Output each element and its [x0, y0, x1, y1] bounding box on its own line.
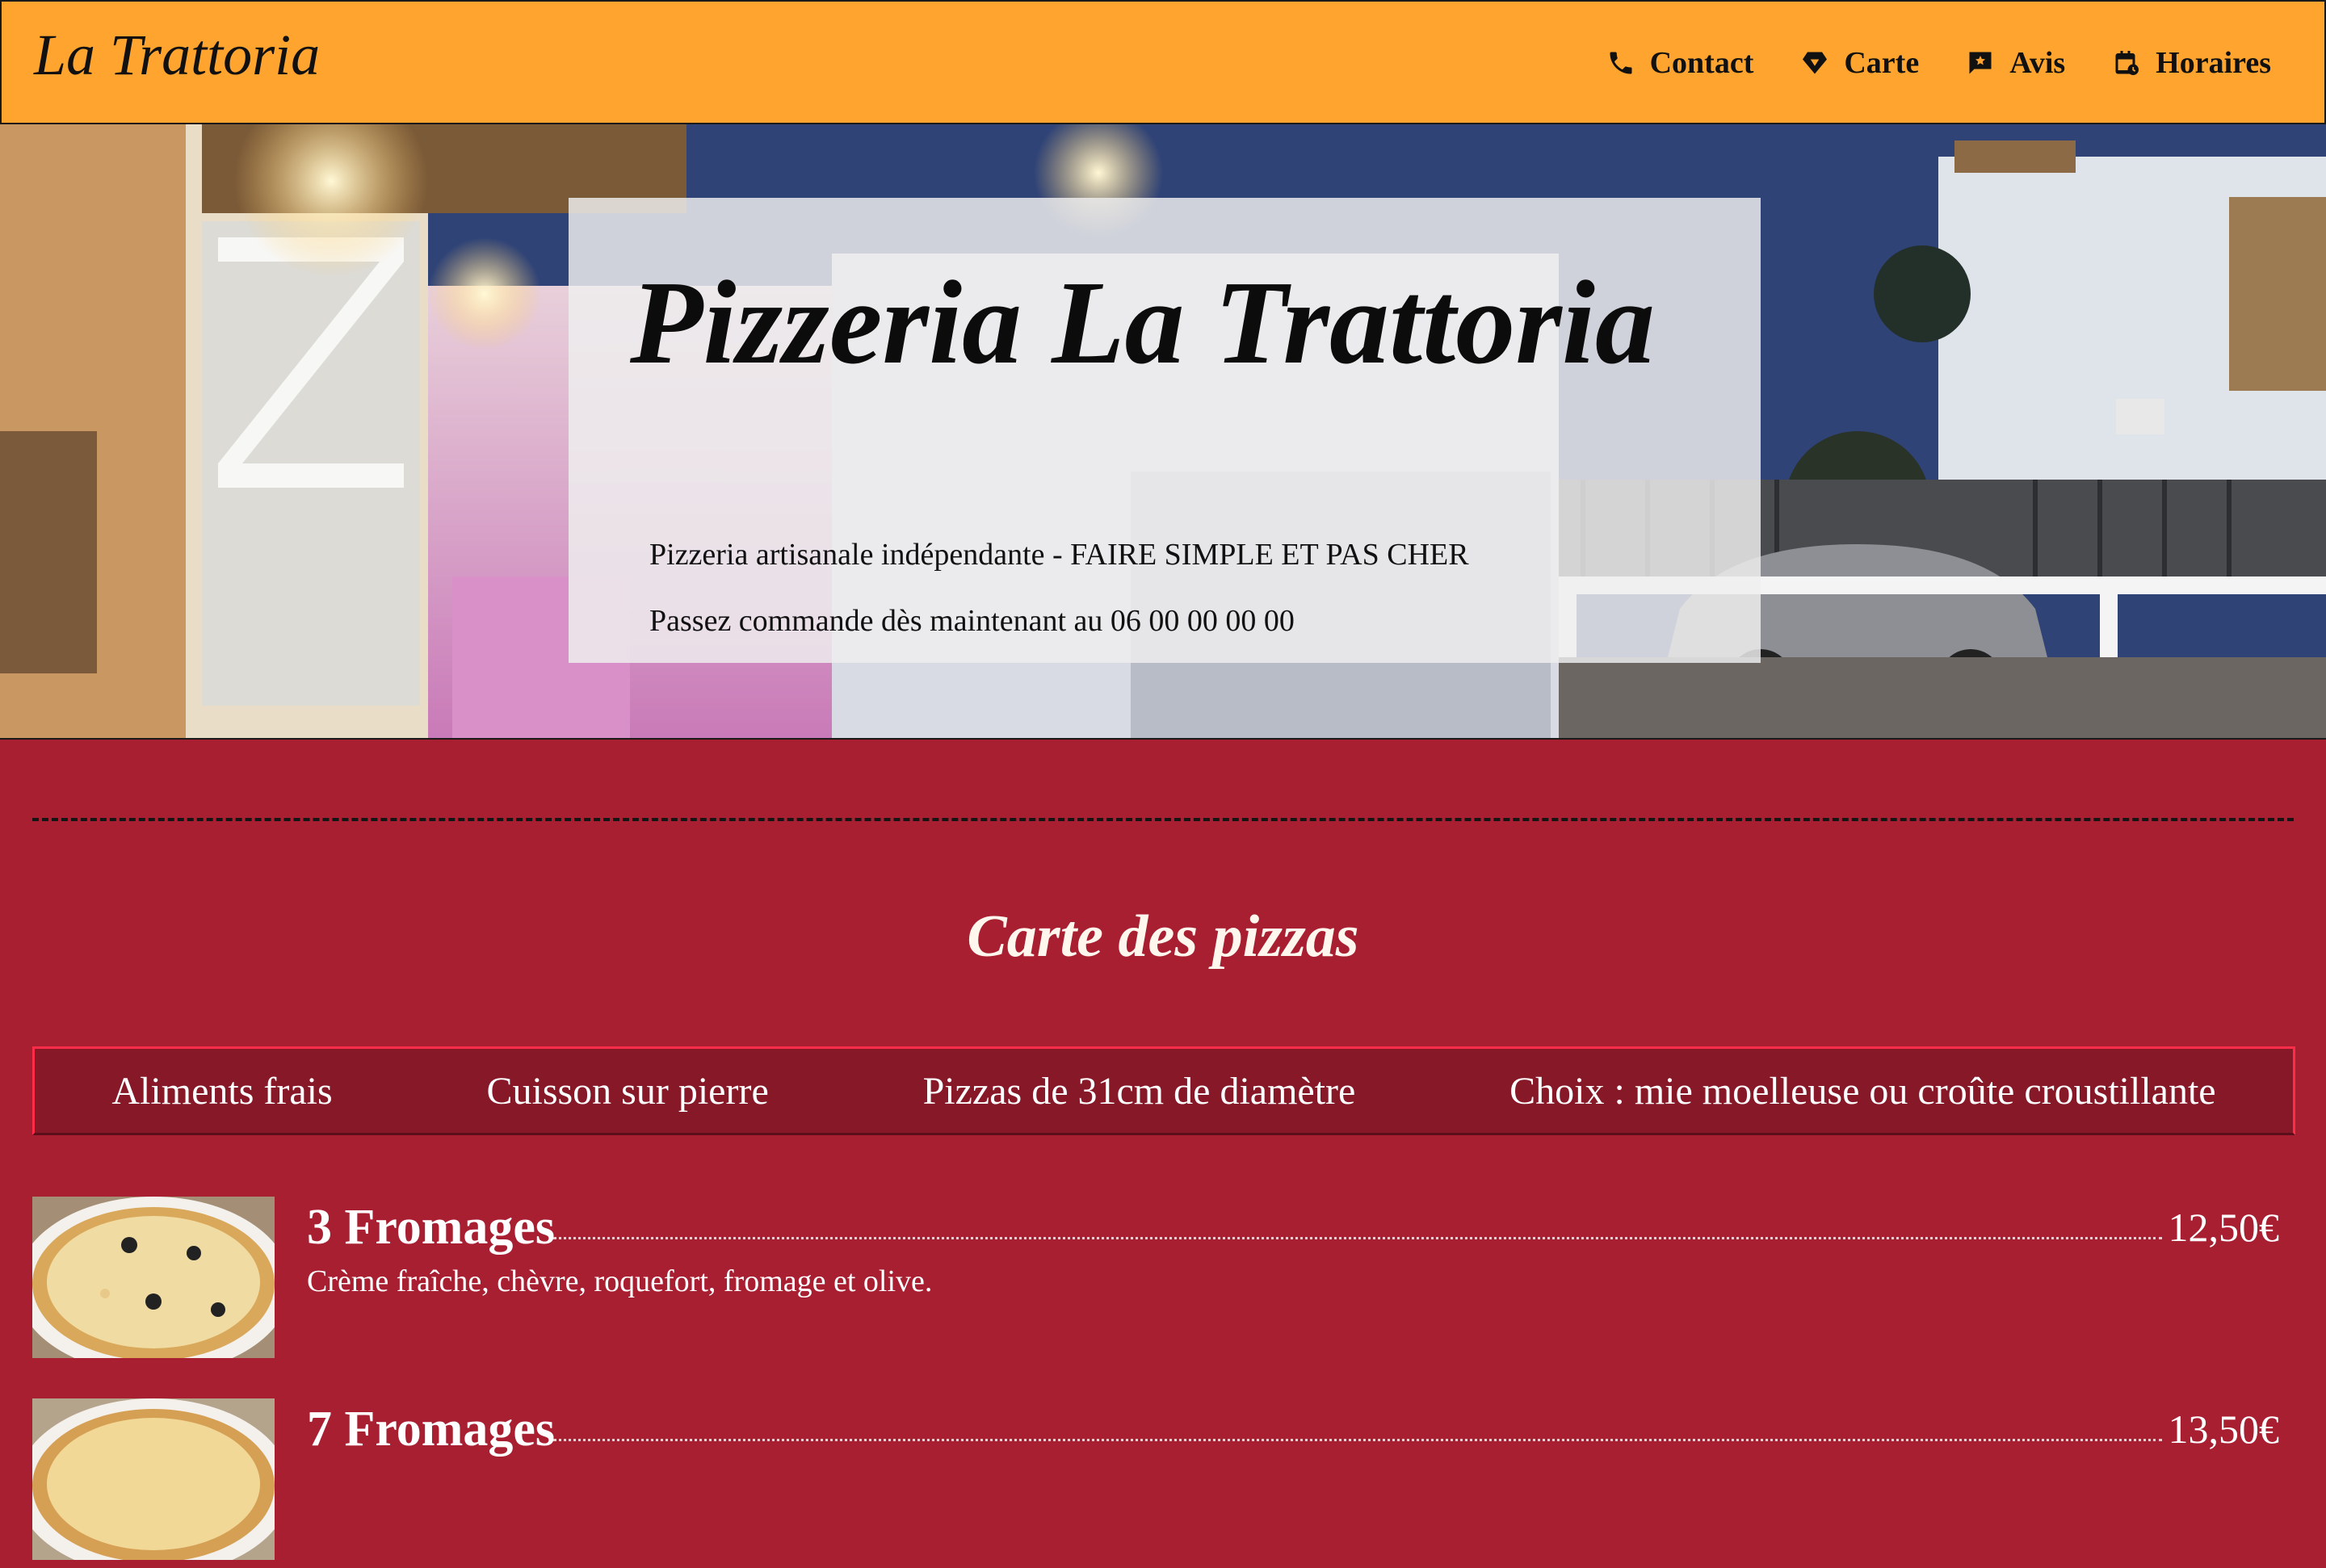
hero-banner: Pizzeria La Trattoria Pizzeria artisanal…: [0, 124, 2326, 740]
pizza-price: 12,50€: [2168, 1205, 2280, 1250]
nav-carte-label: Carte: [1844, 46, 1920, 80]
pizza-photo: [32, 1197, 275, 1358]
nav-horaires-link[interactable]: Horaires: [2112, 34, 2271, 92]
brand-logo-link[interactable]: La Trattoria: [34, 19, 320, 90]
pizza-name: 3 Fromages: [307, 1200, 556, 1255]
hero-tagline: Pizzeria artisanale indépendante - FAIRE…: [649, 538, 1469, 572]
features-bar: Aliments frais Cuisson sur pierre Pizzas…: [32, 1046, 2295, 1135]
nav-avis-link[interactable]: Avis: [1966, 34, 2065, 92]
pizza-item: 3 Fromages 12,50€ Crème fraîche, chèvre,…: [32, 1197, 2279, 1366]
pizza-description: Crème fraîche, chèvre, roquefort, fromag…: [307, 1264, 933, 1298]
review-icon: [1966, 48, 1995, 78]
feature-item: Pizzas de 31cm de diamètre: [922, 1069, 1356, 1113]
nav-contact-label: Contact: [1649, 46, 1754, 80]
feature-item: Cuisson sur pierre: [486, 1069, 769, 1113]
hero-order-line: Passez commande dès maintenant au 06 00 …: [649, 604, 1295, 638]
nav-contact-link[interactable]: Contact: [1606, 34, 1754, 92]
site-header: La Trattoria Contact Carte Avis Horaires: [0, 0, 2326, 124]
calendar-clock-icon: [2112, 48, 2141, 78]
pizza-photo: [32, 1398, 275, 1560]
dotted-leader: [553, 1439, 2162, 1441]
pizza-price: 13,50€: [2168, 1407, 2280, 1452]
feature-item: Choix : mie moelleuse ou croûte croustil…: [1509, 1069, 2216, 1113]
diamond-icon: [1800, 48, 1829, 78]
pizza-item: 7 Fromages 13,50€: [32, 1398, 2279, 1568]
main-nav: Contact Carte Avis Horaires: [1606, 34, 2271, 92]
pizza-name: 7 Fromages: [307, 1402, 556, 1457]
dotted-leader: [553, 1237, 2162, 1239]
hero-title: Pizzeria La Trattoria: [630, 257, 1655, 389]
menu-section-title: Carte des pizzas: [967, 903, 1359, 970]
nav-avis-label: Avis: [2009, 46, 2066, 80]
phone-icon: [1606, 48, 1635, 78]
hero-card: Pizzeria La Trattoria Pizzeria artisanal…: [569, 198, 1761, 663]
feature-item: Aliments frais: [111, 1069, 333, 1113]
nav-horaires-label: Horaires: [2156, 46, 2271, 80]
nav-carte-link[interactable]: Carte: [1800, 34, 1919, 92]
section-divider: [32, 818, 2294, 821]
